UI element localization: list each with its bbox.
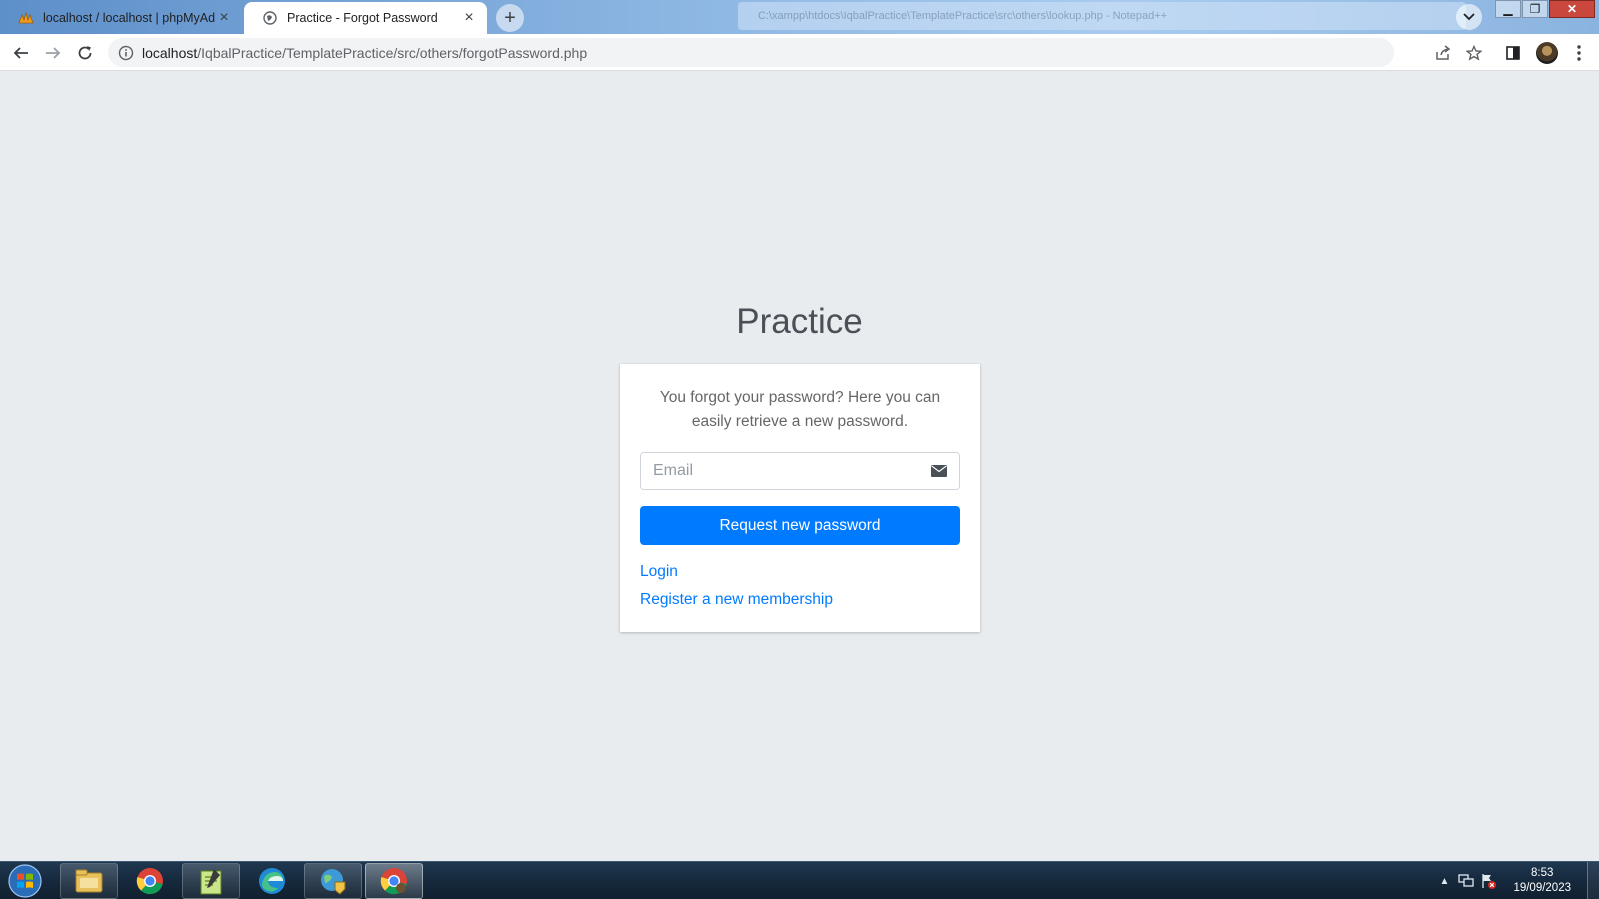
email-field[interactable] <box>641 453 919 489</box>
taskbar-chrome[interactable] <box>121 863 179 899</box>
address-bar[interactable]: localhost/IqbalPractice/TemplatePractice… <box>108 38 1394 67</box>
forgot-password-card: You forgot your password? Here you can e… <box>620 364 980 632</box>
show-hidden-icons-button[interactable]: ▲ <box>1433 870 1455 892</box>
tab-phpmyadmin[interactable]: localhost / localhost | phpMyAdmin × <box>0 2 242 34</box>
globe-icon <box>262 10 278 26</box>
restore-icon: ❐ <box>1529 2 1541 16</box>
back-button[interactable] <box>8 40 34 66</box>
profile-button[interactable] <box>1534 40 1560 66</box>
restore-button[interactable]: ❐ <box>1522 0 1548 18</box>
request-new-password-button[interactable]: Request new password <box>640 506 960 545</box>
close-icon[interactable]: × <box>216 10 232 26</box>
notepad-icon <box>200 869 222 895</box>
taskbar-explorer[interactable] <box>60 863 118 899</box>
action-center-icon[interactable] <box>1477 870 1499 892</box>
system-tray: ▲ 8:53 19/09/2023 <box>1433 862 1599 899</box>
background-window: C:\xampp\htdocs\IqbalPractice\TemplatePr… <box>738 2 1466 30</box>
taskbar-notepad[interactable] <box>182 863 240 899</box>
globe-shield-icon <box>321 869 346 895</box>
chevron-down-icon <box>1463 13 1475 21</box>
more-vert-icon <box>1577 45 1581 61</box>
close-icon: ✕ <box>1566 2 1578 16</box>
browser-tab-strip: localhost / localhost | phpMyAdmin × Pra… <box>0 0 1599 34</box>
reload-button[interactable] <box>72 40 98 66</box>
url-path: /IqbalPractice/TemplatePractice/src/othe… <box>197 44 588 61</box>
tab-search-button[interactable] <box>1456 4 1482 30</box>
reload-icon <box>78 46 92 60</box>
tab-title: localhost / localhost | phpMyAdmin <box>43 11 216 25</box>
folder-icon <box>75 869 103 893</box>
phpmyadmin-icon <box>18 10 34 26</box>
tab-title: Practice - Forgot Password <box>287 11 438 25</box>
url-text: localhost/IqbalPractice/TemplatePractice… <box>142 45 587 61</box>
register-link[interactable]: Register a new membership <box>640 591 833 609</box>
browser-toolbar: localhost/IqbalPractice/TemplatePractice… <box>0 34 1599 71</box>
window-close-button[interactable]: ✕ <box>1549 0 1595 18</box>
url-host: localhost <box>142 44 198 61</box>
share-icon <box>1436 45 1451 60</box>
login-box-message: You forgot your password? Here you can e… <box>659 389 941 430</box>
side-panel-icon <box>1506 46 1520 60</box>
envelope-icon <box>919 453 959 489</box>
chrome-icon <box>136 868 163 895</box>
clock-date: 19/09/2023 <box>1513 882 1571 894</box>
close-icon[interactable]: × <box>461 10 477 26</box>
show-desktop-button[interactable] <box>1587 862 1599 899</box>
minimize-button[interactable]: ▁ <box>1495 0 1521 18</box>
taskbar-clock[interactable]: 8:53 19/09/2023 <box>1513 866 1571 896</box>
side-panel-button[interactable] <box>1500 40 1526 66</box>
edge-icon <box>259 868 285 894</box>
taskbar-network-app[interactable] <box>304 863 362 899</box>
bookmark-button[interactable] <box>1461 40 1487 66</box>
star-icon <box>1466 45 1482 61</box>
page-title[interactable]: Practice <box>0 302 1599 342</box>
arrow-left-icon <box>13 47 28 59</box>
windows-start-icon <box>8 864 42 898</box>
chevron-up-icon: ▲ <box>1439 875 1450 887</box>
background-window-title: C:\xampp\htdocs\IqbalPractice\TemplatePr… <box>758 10 1168 22</box>
info-icon <box>118 45 134 60</box>
plus-icon: + <box>504 6 516 29</box>
taskbar-edge[interactable] <box>243 863 301 899</box>
clock-time: 8:53 <box>1531 867 1554 879</box>
start-button[interactable] <box>4 863 46 899</box>
window-controls: ▁ ❐ ✕ <box>1494 0 1595 18</box>
share-button[interactable] <box>1430 40 1456 66</box>
taskbar: ▲ 8:53 19/09/2023 <box>0 861 1599 899</box>
new-tab-button[interactable]: + <box>496 4 524 32</box>
avatar <box>1536 42 1558 64</box>
minimize-icon: ▁ <box>1503 2 1513 16</box>
network-icon[interactable] <box>1455 870 1477 892</box>
tab-forgot-password[interactable]: Practice - Forgot Password × <box>244 2 487 34</box>
login-link[interactable]: Login <box>640 563 678 581</box>
taskbar-chrome-active[interactable] <box>365 863 423 899</box>
chrome-icon <box>380 868 407 895</box>
forward-button[interactable] <box>40 40 66 66</box>
arrow-right-icon <box>46 47 61 59</box>
email-input-group <box>640 452 960 490</box>
menu-button[interactable] <box>1566 40 1592 66</box>
